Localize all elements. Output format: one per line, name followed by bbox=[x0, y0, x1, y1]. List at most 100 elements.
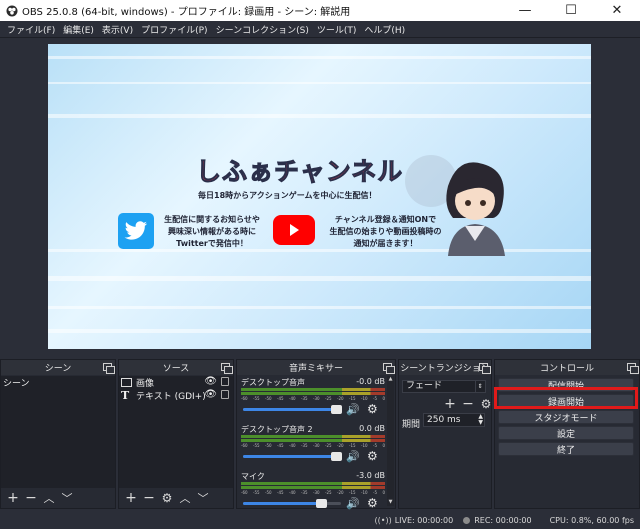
channel-db: -3.0 dB bbox=[356, 471, 385, 480]
spin-arrows-icon[interactable]: ▲ ▼ bbox=[478, 414, 483, 426]
menu-view[interactable]: 表示(V) bbox=[98, 23, 137, 36]
menu-edit[interactable]: 編集(E) bbox=[59, 23, 98, 36]
move-source-up-button[interactable]: ︿ bbox=[176, 490, 194, 506]
scale-tick: 0 bbox=[382, 396, 385, 401]
menu-scene-collection[interactable]: シーンコレクション(S) bbox=[212, 23, 313, 36]
menu-file[interactable]: ファイル(F) bbox=[3, 23, 59, 36]
visibility-eye-icon[interactable]: 👁 bbox=[204, 389, 217, 400]
channel-gear-icon[interactable]: ⚙ bbox=[367, 402, 381, 416]
move-scene-down-button[interactable]: ﹀ bbox=[58, 490, 76, 506]
scroll-up-icon[interactable]: ▲ bbox=[387, 376, 394, 383]
scale-tick: -35 bbox=[301, 490, 308, 495]
menu-bar: ファイル(F) 編集(E) 表示(V) プロファイル(P) シーンコレクション(… bbox=[0, 21, 640, 38]
mixer-scrollbar[interactable]: ▲ ▼ bbox=[387, 376, 394, 506]
scale-tick: -60 bbox=[241, 490, 248, 495]
sources-toolbar: + − ⚙ ︿ ﹀ bbox=[119, 488, 233, 508]
channel-db: -0.0 dB bbox=[356, 377, 385, 386]
window-title: OBS 25.0.8 (64-bit, windows) - プロファイル: 録… bbox=[22, 7, 351, 18]
transition-select[interactable]: フェード ⇕ bbox=[402, 380, 486, 393]
undock-icon[interactable] bbox=[479, 363, 491, 374]
menu-tools[interactable]: ツール(T) bbox=[313, 23, 361, 36]
twitter-text-line: 興味深い情報がある時に bbox=[168, 227, 256, 236]
duration-label: 期間 bbox=[402, 420, 421, 430]
channel-gear-icon[interactable]: ⚙ bbox=[367, 496, 381, 510]
lock-icon[interactable] bbox=[221, 390, 229, 399]
twitter-icon bbox=[118, 213, 154, 249]
channel-gear-icon[interactable]: ⚙ bbox=[367, 449, 381, 463]
visibility-eye-icon[interactable]: 👁 bbox=[204, 376, 217, 387]
volume-slider[interactable] bbox=[243, 499, 341, 508]
live-signal-icon: ((•)) bbox=[374, 515, 392, 525]
scenes-dock-title: シーン bbox=[44, 364, 72, 374]
settings-button[interactable]: 設定 bbox=[498, 426, 634, 440]
scale-tick: -50 bbox=[265, 490, 272, 495]
channel-name: デスクトップ音声 bbox=[241, 378, 305, 387]
twitter-text-line: Twitterで発信中！ bbox=[176, 239, 248, 248]
move-scene-up-button[interactable]: ︿ bbox=[40, 490, 58, 506]
minimize-button[interactable]: — bbox=[502, 0, 548, 21]
light-stripe bbox=[48, 276, 591, 281]
scenes-dock-header: シーン bbox=[1, 360, 115, 375]
source-list-item[interactable]: T テキスト (GDI+) 👁 bbox=[119, 389, 233, 402]
volume-slider-thumb[interactable] bbox=[331, 405, 343, 414]
volume-slider[interactable] bbox=[243, 405, 343, 414]
exit-button[interactable]: 終了 bbox=[498, 442, 634, 456]
lock-icon[interactable] bbox=[221, 377, 229, 386]
scale-tick: -40 bbox=[289, 443, 296, 448]
close-button[interactable]: ✕ bbox=[594, 0, 640, 21]
scene-list-item[interactable]: シーン bbox=[1, 376, 115, 389]
scroll-down-icon[interactable]: ▼ bbox=[387, 499, 394, 506]
scale-tick: -50 bbox=[265, 443, 272, 448]
mute-speaker-icon[interactable]: 🔊 bbox=[346, 497, 360, 510]
menu-profile[interactable]: プロファイル(P) bbox=[137, 23, 211, 36]
volume-slider-thumb[interactable] bbox=[316, 499, 328, 508]
add-source-button[interactable]: + bbox=[122, 490, 140, 506]
studio-mode-button[interactable]: スタジオモード bbox=[498, 410, 634, 424]
scale-tick: -60 bbox=[241, 443, 248, 448]
transition-gear-icon[interactable]: ⚙ bbox=[477, 396, 495, 412]
select-arrows-icon: ⇕ bbox=[475, 381, 484, 392]
volume-slider-thumb[interactable] bbox=[331, 452, 343, 461]
scale-tick: -60 bbox=[241, 396, 248, 401]
preview-canvas[interactable]: しふぁチャンネル 毎日18時からアクションゲームを中心に生配信！ 生配信に関する… bbox=[48, 44, 591, 349]
scale-tick: -55 bbox=[253, 396, 260, 401]
preview-area: しふぁチャンネル 毎日18時からアクションゲームを中心に生配信！ 生配信に関する… bbox=[0, 38, 640, 356]
move-source-down-button[interactable]: ﹀ bbox=[194, 490, 212, 506]
live-time: LIVE: 00:00:00 bbox=[394, 515, 454, 525]
source-properties-gear-icon[interactable]: ⚙ bbox=[158, 490, 176, 506]
undock-icon[interactable] bbox=[103, 363, 115, 374]
mute-speaker-icon[interactable]: 🔊 bbox=[346, 403, 360, 416]
add-scene-button[interactable]: + bbox=[4, 490, 22, 506]
light-stripe bbox=[48, 306, 591, 309]
scale-tick: -50 bbox=[265, 396, 272, 401]
remove-scene-button[interactable]: − bbox=[22, 490, 40, 506]
obs-logo-icon bbox=[6, 5, 18, 16]
scale-tick: -45 bbox=[277, 443, 284, 448]
maximize-button[interactable]: ☐ bbox=[548, 0, 594, 21]
remove-source-button[interactable]: − bbox=[140, 490, 158, 506]
mute-speaker-icon[interactable]: 🔊 bbox=[346, 450, 360, 463]
meter-scale: -60 -55 -50 -45 -40 -35 -30 -25 -20 -15 -10 -5 0 bbox=[241, 396, 385, 402]
scale-tick: -35 bbox=[301, 396, 308, 401]
light-stripe bbox=[48, 82, 591, 84]
undock-icon[interactable] bbox=[221, 363, 233, 374]
duration-spinbox[interactable]: 250 ms ▲ ▼ bbox=[423, 413, 485, 427]
cpu-fps: CPU: 0.8%, 60.00 fps bbox=[549, 515, 634, 525]
youtube-icon bbox=[273, 215, 315, 245]
volume-slider[interactable] bbox=[243, 452, 343, 461]
undock-icon[interactable] bbox=[627, 363, 639, 374]
scene-list[interactable]: シーン bbox=[1, 376, 115, 488]
remove-transition-button[interactable]: − bbox=[459, 396, 477, 412]
scenes-toolbar: + − ︿ ﹀ bbox=[1, 488, 115, 508]
menu-help[interactable]: ヘルプ(H) bbox=[360, 23, 409, 36]
undock-icon[interactable] bbox=[383, 363, 395, 374]
add-transition-button[interactable]: + bbox=[441, 396, 459, 412]
volume-slider-fill bbox=[243, 455, 337, 458]
volume-slider-fill bbox=[243, 408, 337, 411]
scale-tick: 0 bbox=[382, 490, 385, 495]
rec-time: REC: 00:00:00 bbox=[474, 515, 532, 525]
controls-dock-title: コントロール bbox=[539, 364, 594, 374]
source-list[interactable]: 画像 👁 T テキスト (GDI+) 👁 bbox=[119, 376, 233, 488]
source-list-item[interactable]: 画像 👁 bbox=[119, 376, 233, 389]
text-source-icon: T bbox=[121, 389, 130, 402]
